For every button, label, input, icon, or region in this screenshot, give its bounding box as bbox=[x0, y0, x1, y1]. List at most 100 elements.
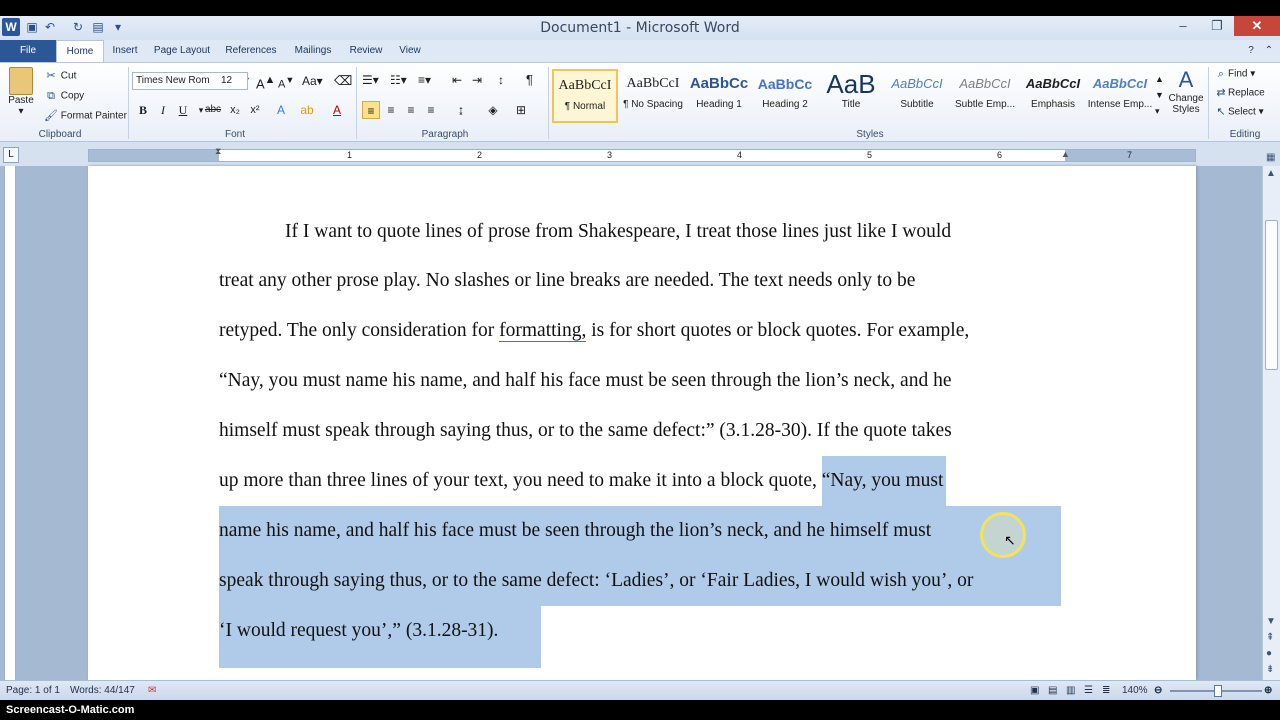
style-name: Heading 2 bbox=[762, 99, 808, 110]
style-sample: AaBbCcI bbox=[1025, 76, 1081, 91]
change-styles-button[interactable]: A Change Styles bbox=[1166, 67, 1206, 115]
tab-mailings[interactable]: Mailings bbox=[286, 40, 340, 62]
style-normal[interactable]: AaBbCcI ¶ Normal bbox=[552, 69, 618, 123]
cut-button[interactable]: ✂ Cut bbox=[44, 69, 76, 83]
tab-references[interactable]: References bbox=[220, 40, 282, 62]
show-marks-icon[interactable]: ¶ bbox=[526, 72, 533, 87]
increase-indent-icon[interactable]: ⇥ bbox=[472, 73, 482, 87]
print-layout-icon[interactable]: ▣ bbox=[1030, 685, 1039, 696]
format-painter-button[interactable]: 🖌 Format Painter bbox=[44, 109, 127, 123]
outline-icon[interactable]: ☰ bbox=[1084, 685, 1093, 696]
draft-icon[interactable]: ≣ bbox=[1102, 685, 1110, 696]
style-emphasis[interactable]: AaBbCcI Emphasis bbox=[1020, 69, 1086, 123]
indent-marker-icon[interactable]: ⧗ bbox=[215, 146, 221, 157]
shrink-font-icon[interactable]: A▼ bbox=[278, 75, 294, 91]
scroll-up-icon[interactable]: ▲ bbox=[1266, 168, 1276, 179]
vertical-scrollbar[interactable] bbox=[1262, 166, 1280, 680]
decrease-indent-icon[interactable]: ⇤ bbox=[452, 73, 462, 87]
select-button[interactable]: ↖ Select ▾ bbox=[1214, 105, 1263, 119]
full-screen-reading-icon[interactable]: ▤ bbox=[1048, 685, 1057, 696]
zoom-out-icon[interactable]: ⊖ bbox=[1154, 685, 1162, 696]
multilevel-list-icon[interactable]: ≡▾ bbox=[418, 73, 431, 87]
style-name: Heading 1 bbox=[696, 99, 742, 110]
minimize-ribbon-icon[interactable]: ⌃ bbox=[1262, 40, 1276, 62]
word-count[interactable]: Words: 44/147 bbox=[70, 685, 135, 696]
right-indent-marker-icon[interactable]: ▲ bbox=[1061, 149, 1070, 159]
document-page[interactable]: If I want to quote lines of prose from S… bbox=[88, 166, 1196, 680]
group-separator bbox=[548, 67, 549, 139]
justify-button[interactable]: ≡ bbox=[422, 101, 440, 119]
style-name: Emphasis bbox=[1031, 99, 1075, 110]
style-sample: AaBbCcI bbox=[959, 76, 1011, 91]
zoom-in-icon[interactable]: ⊕ bbox=[1264, 685, 1272, 696]
font-color-icon[interactable]: A bbox=[328, 101, 346, 119]
numbering-icon[interactable]: ☷▾ bbox=[390, 73, 407, 87]
select-label: Select bbox=[1228, 106, 1256, 118]
browse-object-icon[interactable]: ● bbox=[1266, 648, 1272, 659]
tab-review[interactable]: Review bbox=[344, 40, 388, 62]
zoom-level[interactable]: 140% bbox=[1122, 685, 1148, 696]
highlight-icon[interactable]: ab bbox=[298, 101, 316, 119]
change-case-icon[interactable]: Aa▾ bbox=[302, 74, 323, 88]
horizontal-ruler[interactable]: 1 2 3 4 5 6 7 ⧗ ▲ bbox=[88, 146, 1196, 162]
superscript-button[interactable]: x² bbox=[246, 101, 264, 119]
scrollbar-thumb[interactable] bbox=[1265, 220, 1278, 370]
restore-button[interactable]: ❐ bbox=[1202, 16, 1232, 36]
style-subtitle[interactable]: AaBbCcI Subtitle bbox=[884, 69, 950, 123]
clipboard-group-label: Clipboard bbox=[38, 129, 82, 140]
text-span: is for short quotes or block quotes. For… bbox=[586, 320, 970, 341]
align-left-button[interactable]: ≡ bbox=[362, 101, 380, 119]
proofing-icon[interactable]: ✉ bbox=[148, 685, 156, 696]
styles-scroll-icon[interactable]: ▲ ▼ ▾ bbox=[1155, 71, 1164, 119]
copy-icon: ⧉ bbox=[47, 90, 55, 102]
help-icon[interactable]: ? bbox=[1244, 40, 1258, 62]
grow-font-icon[interactable]: A▲ bbox=[256, 74, 275, 91]
tab-file[interactable]: File bbox=[0, 40, 56, 62]
align-right-button[interactable]: ≡ bbox=[402, 101, 420, 119]
clear-formatting-icon[interactable]: ⌫ bbox=[334, 73, 352, 89]
minimize-button[interactable]: – bbox=[1168, 16, 1198, 36]
tab-insert[interactable]: Insert bbox=[106, 40, 144, 62]
tab-home[interactable]: Home bbox=[56, 40, 104, 62]
next-page-icon[interactable]: ⇟ bbox=[1266, 664, 1274, 675]
previous-page-icon[interactable]: ⇞ bbox=[1266, 632, 1274, 643]
style-name: Subtitle bbox=[900, 99, 934, 110]
ribbon-tabs: File Home Insert Page Layout References … bbox=[0, 40, 1280, 62]
bullets-icon[interactable]: ☰▾ bbox=[362, 73, 379, 87]
subscript-button[interactable]: x₂ bbox=[226, 101, 244, 119]
style-subtle-emphasis[interactable]: AaBbCcI Subtle Emp... bbox=[950, 69, 1020, 123]
paste-button[interactable]: Paste ▾ bbox=[6, 67, 36, 117]
font-size-select[interactable]: 12 bbox=[218, 72, 248, 90]
style-no-spacing[interactable]: AaBbCcI ¶ No Spacing bbox=[620, 69, 686, 123]
line-spacing-icon[interactable]: ↨ bbox=[452, 101, 470, 119]
style-heading-2[interactable]: AaBbCc Heading 2 bbox=[752, 69, 818, 123]
copy-button[interactable]: ⧉ Copy bbox=[44, 89, 84, 103]
find-button[interactable]: ⌕ Find ▾ bbox=[1214, 67, 1255, 81]
web-layout-icon[interactable]: ▥ bbox=[1066, 685, 1075, 696]
view-ruler-icon[interactable]: ▦ bbox=[1266, 152, 1275, 163]
text-effects-icon[interactable]: A bbox=[272, 101, 290, 119]
align-center-button[interactable]: ≡ bbox=[382, 101, 400, 119]
tab-page-layout[interactable]: Page Layout bbox=[148, 40, 216, 62]
underline-button[interactable]: U bbox=[174, 101, 192, 119]
style-title[interactable]: AaB Title bbox=[818, 69, 884, 123]
replace-button[interactable]: ⇄ Replace bbox=[1214, 86, 1264, 100]
italic-button[interactable]: I bbox=[154, 101, 172, 119]
tab-view[interactable]: View bbox=[392, 40, 428, 62]
bold-button[interactable]: B bbox=[134, 101, 152, 119]
style-heading-1[interactable]: AaBbCc Heading 1 bbox=[686, 69, 752, 123]
style-sample: AaBbCcI bbox=[891, 76, 943, 91]
shading-icon[interactable]: ◈ bbox=[484, 101, 502, 119]
zoom-slider-thumb[interactable] bbox=[1214, 685, 1222, 697]
change-styles-icon: A bbox=[1178, 67, 1194, 92]
close-button[interactable]: ✕ bbox=[1234, 16, 1280, 36]
style-sample: AaB bbox=[826, 69, 876, 99]
sort-icon[interactable]: ↕ bbox=[498, 73, 504, 87]
page-count[interactable]: Page: 1 of 1 bbox=[6, 685, 60, 696]
borders-icon[interactable]: ⊞ bbox=[512, 101, 530, 119]
scroll-down-icon[interactable]: ▼ bbox=[1266, 616, 1276, 627]
style-intense-emphasis[interactable]: AaBbCcI Intense Emp... bbox=[1086, 69, 1154, 123]
tab-selector-button[interactable]: L bbox=[3, 147, 19, 163]
grammar-flagged-word[interactable]: formatting, bbox=[499, 320, 587, 342]
strikethrough-button[interactable]: abc bbox=[204, 101, 222, 119]
